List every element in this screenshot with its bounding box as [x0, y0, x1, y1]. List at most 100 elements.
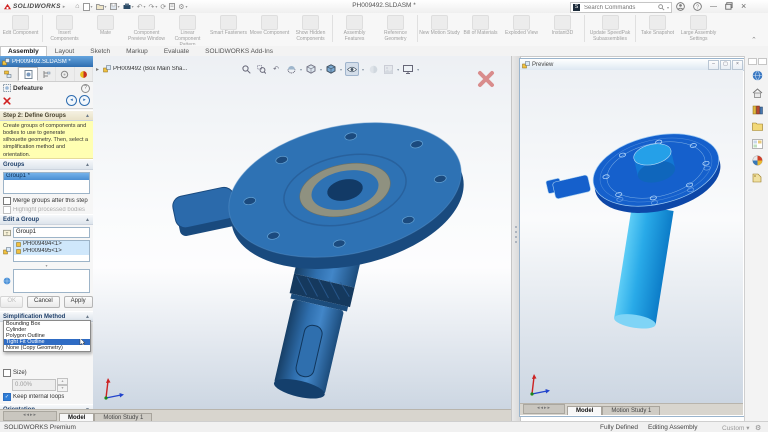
dropdown-option[interactable]: None (Copy Geometry): [4, 345, 90, 351]
size-checkbox-row[interactable]: Size): [0, 369, 93, 377]
tab-configuration-manager[interactable]: [38, 67, 56, 81]
tab-scroll-buttons[interactable]: ◂◂▸▸: [523, 404, 565, 414]
pm-help-icon[interactable]: ?: [81, 84, 90, 93]
task-pane-header[interactable]: [745, 56, 768, 65]
solidworks-resources-icon[interactable]: [750, 69, 764, 82]
ribbon-button[interactable]: Move Component: [249, 14, 290, 45]
tab-featuremanager-tree[interactable]: [0, 67, 18, 81]
tab-assembly[interactable]: Assembly: [0, 46, 47, 56]
appearances-scenes-icon[interactable]: [750, 154, 764, 167]
group-name-input[interactable]: Group1: [13, 227, 90, 238]
status-options-gear-icon[interactable]: ⚙: [755, 424, 761, 432]
apply-button[interactable]: Apply: [64, 296, 93, 308]
pm-cancel-icon[interactable]: [3, 97, 11, 105]
redo-button[interactable]: ↷▾: [148, 3, 157, 11]
wizard-next-button[interactable]: ▸: [79, 95, 90, 106]
edit-group-section-header[interactable]: Edit a Group▲: [0, 214, 93, 225]
user-account-icon[interactable]: [676, 2, 685, 11]
restore-button[interactable]: [725, 2, 733, 10]
wizard-back-button[interactable]: ◂: [66, 95, 77, 106]
ribbon-button[interactable]: Large Assembly Settings: [678, 14, 719, 45]
ribbon-button[interactable]: New Motion Study: [419, 14, 460, 45]
open-button[interactable]: ▾: [96, 3, 107, 10]
status-unit-system[interactable]: Custom ▾: [722, 424, 749, 432]
file-explorer-icon[interactable]: [750, 120, 764, 133]
groups-listbox[interactable]: Group1 *: [3, 172, 90, 194]
logo-expand-arrow[interactable]: ▸: [63, 4, 66, 10]
list-item-component[interactable]: PH009494<1>: [14, 241, 89, 248]
spinner-up-icon[interactable]: ▲: [57, 378, 68, 385]
home-icon[interactable]: [750, 86, 764, 99]
listbox-resize-handle[interactable]: ▾: [0, 264, 93, 267]
ribbon-button[interactable]: Bill of Materials: [460, 14, 501, 45]
merge-groups-checkbox-row[interactable]: Merge groups after this step: [0, 196, 93, 205]
view-palette-icon[interactable]: [750, 137, 764, 150]
checkbox-unchecked[interactable]: [3, 197, 11, 205]
undo-button[interactable]: ↶▾: [137, 3, 146, 11]
ribbon-button[interactable]: Exploded View: [501, 14, 542, 45]
keep-internal-loops-row[interactable]: ✓ Keep internal loops: [0, 392, 93, 401]
tab-sketch[interactable]: Sketch: [82, 46, 118, 56]
ribbon-button[interactable]: Linear Component Pattern: [167, 14, 208, 45]
ribbon-button[interactable]: Assembly Features: [334, 14, 375, 45]
preview-close-button[interactable]: ×: [732, 60, 743, 70]
tab-dimxpert-manager[interactable]: [56, 67, 74, 81]
tab-layout[interactable]: Layout: [47, 46, 83, 56]
checkbox-checked[interactable]: ✓: [3, 393, 11, 401]
preview-model-simplified[interactable]: [520, 70, 743, 403]
ok-button[interactable]: OK: [0, 296, 23, 308]
preview-graphics-area[interactable]: [520, 70, 743, 403]
splitter-grip[interactable]: [514, 226, 517, 252]
file-properties-button[interactable]: [169, 3, 175, 10]
ribbon-button[interactable]: Smart Fasteners: [208, 14, 249, 45]
groups-section-header[interactable]: Groups▲: [0, 159, 93, 170]
ribbon-button[interactable]: Update SpeedPak Subassemblies: [586, 14, 634, 45]
tab-property-manager[interactable]: [18, 67, 37, 81]
ribbon-button[interactable]: Show Hidden Components: [290, 14, 331, 45]
components-listbox[interactable]: PH009494<1> PH009495<1>: [13, 240, 90, 262]
step-section-header[interactable]: Step 2: Define Groups▲: [0, 110, 93, 121]
search-commands-box[interactable]: S ▾: [570, 2, 672, 13]
tab-markup[interactable]: Markup: [118, 46, 156, 56]
face-selection-box[interactable]: [13, 269, 90, 293]
search-scope-icon[interactable]: S: [573, 4, 580, 11]
search-icon[interactable]: [658, 4, 665, 11]
ribbon-button[interactable]: Mate: [85, 14, 126, 45]
search-dropdown-arrow[interactable]: ▾: [667, 5, 669, 10]
model-3d-flange-shaft[interactable]: [93, 56, 511, 409]
close-button[interactable]: ×: [741, 1, 746, 11]
ribbon-button[interactable]: Reference Geometry: [375, 14, 416, 45]
list-item-group[interactable]: Group1 *: [4, 173, 89, 180]
minimize-button[interactable]: —: [710, 3, 717, 10]
design-library-icon[interactable]: [750, 103, 764, 116]
save-button[interactable]: ▾: [110, 3, 120, 10]
preview-minimize-button[interactable]: –: [708, 60, 719, 70]
custom-properties-icon[interactable]: [750, 171, 764, 184]
spinner-down-icon[interactable]: ▼: [57, 385, 68, 392]
ribbon-button[interactable]: Insert Components: [44, 14, 85, 45]
list-item-component[interactable]: PH009495<1>: [14, 248, 89, 255]
ribbon-button[interactable]: Component Preview Window: [126, 14, 167, 45]
print-button[interactable]: ▾: [123, 3, 134, 10]
search-input[interactable]: [582, 4, 656, 12]
ribbon-button[interactable]: Instant3D: [542, 14, 583, 45]
tab-evaluate[interactable]: Evaluate: [156, 46, 197, 56]
simplification-factor-input[interactable]: 0.00%: [12, 379, 56, 391]
tab-display-manager[interactable]: [75, 67, 93, 81]
options-button[interactable]: ⚙▾: [178, 3, 187, 11]
rebuild-button[interactable]: ⟳: [160, 3, 166, 11]
ribbon-button[interactable]: Edit Component: [0, 14, 41, 45]
help-icon[interactable]: ?: [693, 2, 702, 11]
ribbon-button[interactable]: Take Snapshot: [637, 14, 678, 45]
home-button[interactable]: ⌂: [75, 3, 79, 10]
ribbon-collapse-arrow[interactable]: ⌃: [751, 36, 757, 44]
checkbox-unchecked[interactable]: [3, 369, 11, 377]
preview-tab-motion-study[interactable]: Motion Study 1: [602, 406, 660, 415]
cancel-button[interactable]: Cancel: [27, 296, 60, 308]
main-graphics-area[interactable]: ▸ PH009492 (Box Main Sha... ↶ ▾ ▾ ▾ ▾ ▾ …: [93, 56, 511, 409]
new-button[interactable]: ▾: [83, 3, 93, 11]
tab-solidworks-add-ins[interactable]: SOLIDWORKS Add-Ins: [197, 46, 281, 56]
preview-maximize-button[interactable]: ▢: [720, 60, 731, 70]
preview-tab-model[interactable]: Model: [567, 406, 602, 415]
tab-scroll-buttons[interactable]: ◂◂▸▸: [3, 411, 57, 421]
